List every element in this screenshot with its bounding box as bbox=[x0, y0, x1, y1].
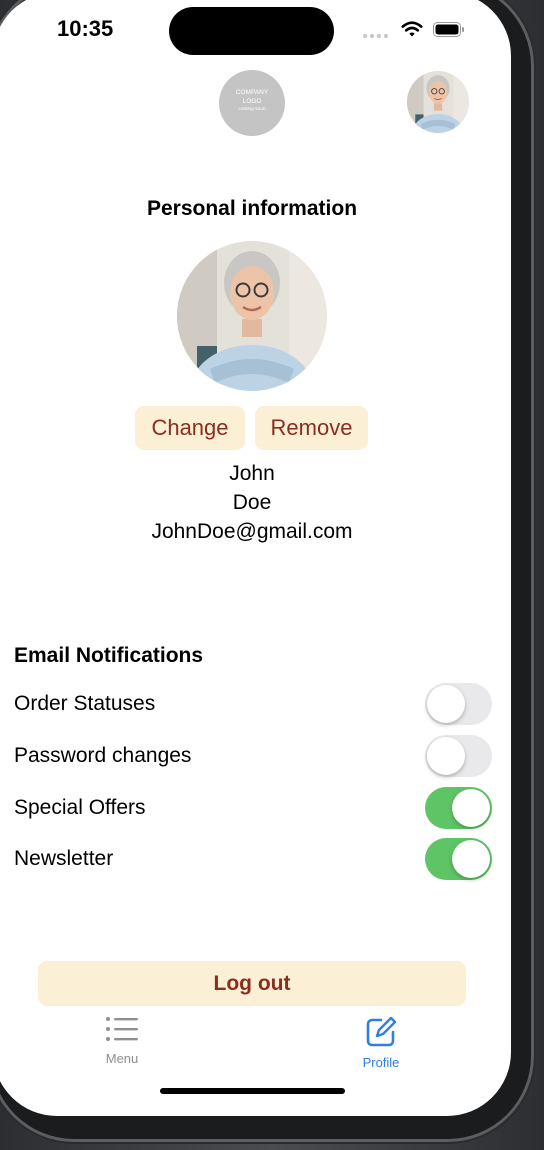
app-screen: 10:35 COMPANY LOGO coming soon Personal … bbox=[0, 0, 511, 1116]
email-notifications-title: Email Notifications bbox=[14, 644, 204, 667]
notification-row-newsletter: Newsletter bbox=[0, 838, 511, 882]
email-address: JohnDoe@gmail.com bbox=[151, 520, 353, 543]
notification-row-password-changes: Password changes bbox=[0, 735, 511, 779]
logo-text-line: LOGO bbox=[242, 97, 262, 105]
logo-text-line: coming soon bbox=[238, 107, 266, 112]
toggle-knob bbox=[427, 685, 465, 723]
change-photo-button[interactable]: Change bbox=[135, 406, 245, 450]
first-name: John bbox=[229, 462, 275, 485]
newsletter-toggle[interactable] bbox=[425, 838, 492, 880]
tab-profile[interactable]: Profile bbox=[321, 1016, 441, 1070]
personal-info-title: Personal information bbox=[146, 197, 358, 220]
notification-label: Newsletter bbox=[14, 847, 114, 870]
home-indicator[interactable] bbox=[160, 1088, 345, 1094]
toggle-knob bbox=[427, 737, 465, 775]
battery-icon bbox=[433, 22, 464, 37]
phone-frame: 10:35 COMPANY LOGO coming soon Personal … bbox=[0, 0, 534, 1142]
wifi-icon bbox=[401, 21, 423, 37]
logo-text-line: COMPANY bbox=[235, 89, 269, 96]
notification-row-special-offers: Special Offers bbox=[0, 787, 511, 831]
company-logo: COMPANY LOGO coming soon bbox=[219, 70, 285, 136]
toggle-knob bbox=[452, 789, 490, 827]
tab-label: Profile bbox=[362, 1055, 400, 1070]
tab-label: Menu bbox=[105, 1051, 139, 1066]
profile-avatar bbox=[177, 241, 327, 391]
edit-square-icon bbox=[366, 1016, 397, 1047]
special-offers-toggle[interactable] bbox=[425, 787, 492, 829]
notification-label: Special Offers bbox=[14, 796, 146, 819]
last-name: Doe bbox=[232, 491, 272, 514]
tab-menu[interactable]: Menu bbox=[62, 1016, 182, 1066]
header-avatar[interactable] bbox=[407, 71, 469, 133]
logout-button[interactable]: Log out bbox=[38, 961, 466, 1006]
notification-row-order-statuses: Order Statuses bbox=[0, 683, 511, 727]
toggle-knob bbox=[452, 840, 490, 878]
status-time: 10:35 bbox=[57, 16, 114, 41]
remove-photo-button[interactable]: Remove bbox=[255, 406, 368, 450]
order-statuses-toggle[interactable] bbox=[425, 683, 492, 725]
list-icon bbox=[106, 1017, 138, 1041]
password-changes-toggle[interactable] bbox=[425, 735, 492, 777]
cellular-signal-icon bbox=[363, 32, 389, 38]
dynamic-island bbox=[169, 7, 334, 55]
notification-label: Password changes bbox=[14, 744, 192, 767]
notification-label: Order Statuses bbox=[14, 692, 156, 715]
